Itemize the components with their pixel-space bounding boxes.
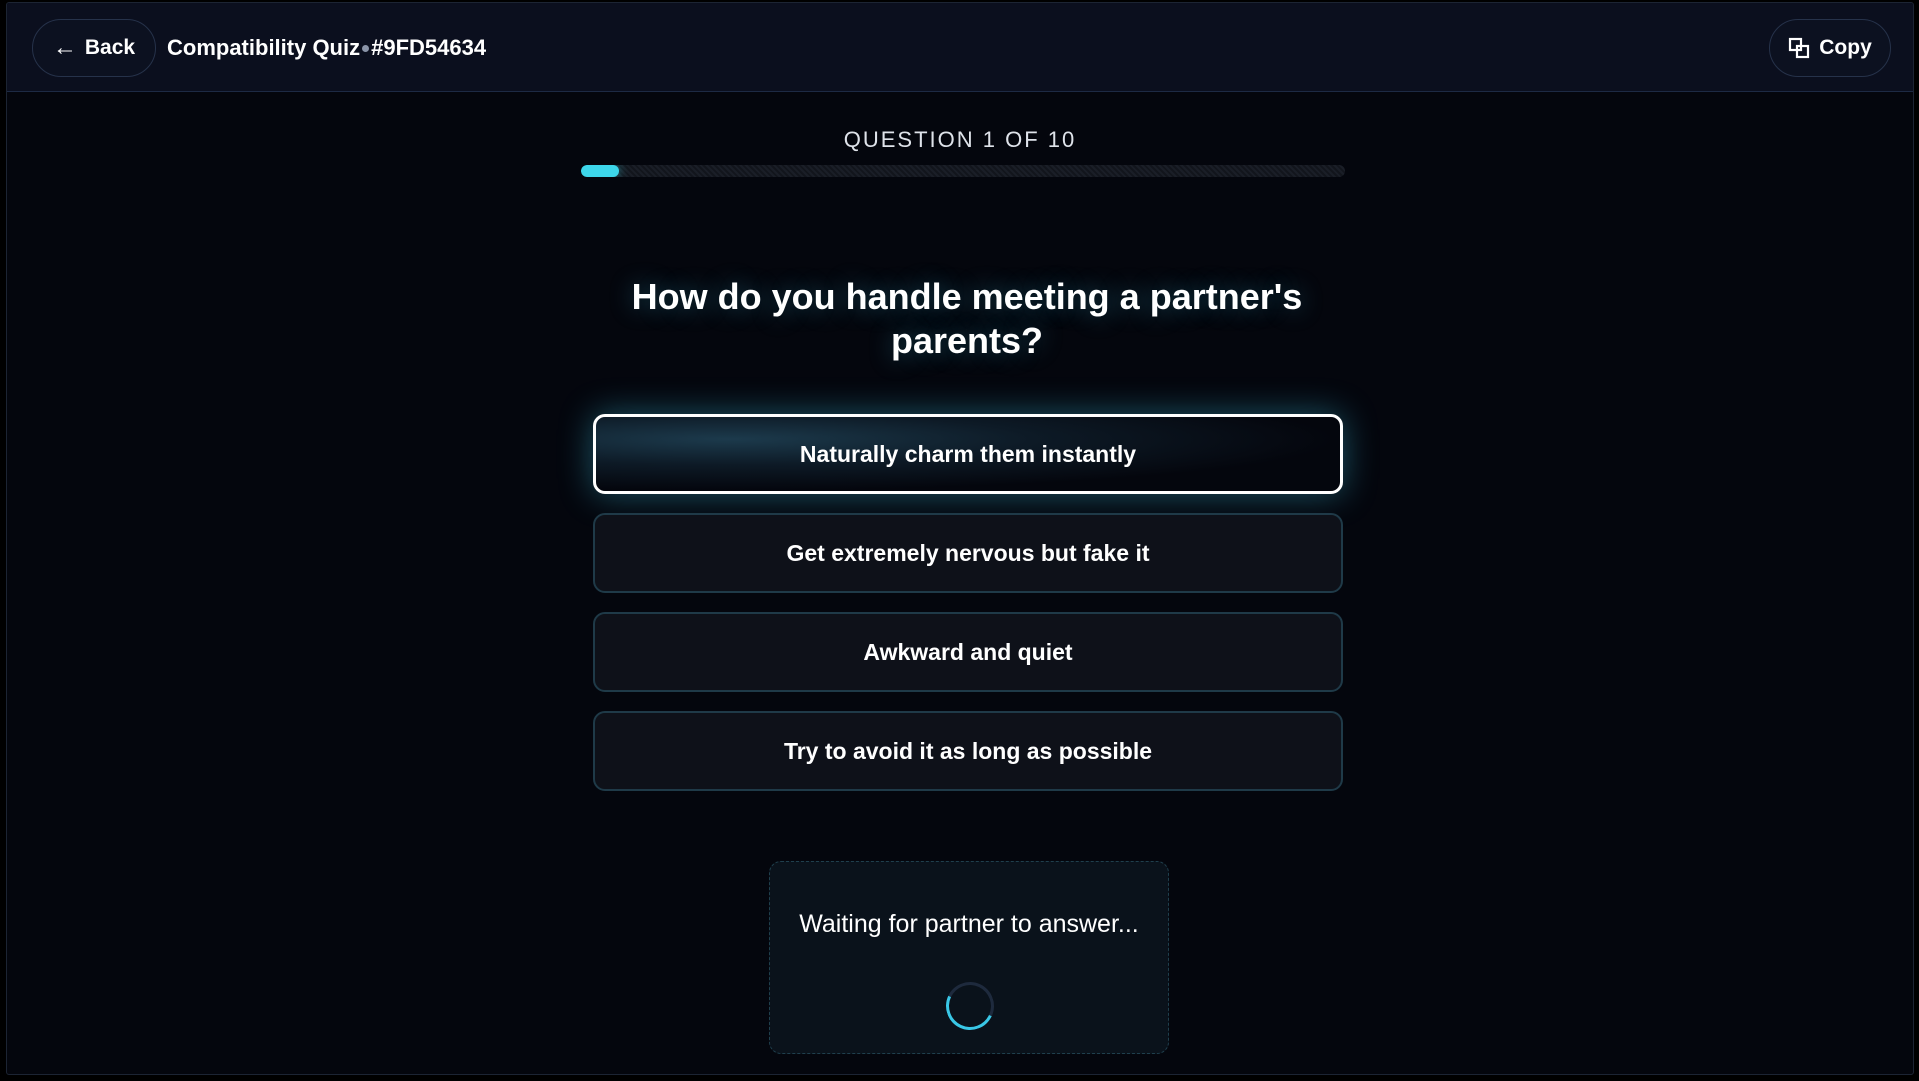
waiting-message: Waiting for partner to answer...: [799, 910, 1139, 938]
loading-spinner-icon: [939, 975, 1001, 1037]
answer-option-label: Awkward and quiet: [863, 638, 1073, 665]
page-title: Compatibility Quiz #9FD54634: [167, 3, 486, 92]
copy-label: Copy: [1819, 36, 1872, 59]
back-label: Back: [84, 36, 136, 59]
question-counter: QUESTION 1 OF 10: [843, 127, 1077, 152]
answer-option-4[interactable]: Try to avoid it as long as possible: [593, 711, 1343, 791]
waiting-card: Waiting for partner to answer...: [769, 861, 1169, 1054]
progress-bar: [581, 165, 1345, 177]
answer-option-label: Get extremely nervous but fake it: [786, 539, 1150, 566]
arrow-left-icon: ←: [52, 34, 77, 61]
separator-dot: [362, 45, 370, 52]
answer-option-1[interactable]: Naturally charm them instantly: [593, 414, 1343, 494]
answer-option-2[interactable]: Get extremely nervous but fake it: [593, 513, 1343, 593]
copy-button[interactable]: Copy: [1769, 19, 1891, 77]
copy-icon: [1789, 37, 1810, 59]
answer-option-label: Try to avoid it as long as possible: [783, 737, 1153, 764]
top-bar: ← Back Compatibility Quiz #9FD54634 Copy: [7, 3, 1913, 92]
app-window: ← Back Compatibility Quiz #9FD54634 Copy…: [6, 2, 1914, 1075]
quiz-code: #9FD54634: [371, 34, 487, 60]
quiz-name: Compatibility Quiz: [167, 34, 361, 60]
back-button[interactable]: ← Back: [32, 19, 156, 77]
progress-bar-fill: [581, 165, 620, 177]
answer-option-label: Naturally charm them instantly: [799, 440, 1137, 467]
answer-option-3[interactable]: Awkward and quiet: [593, 612, 1343, 692]
answer-options: Naturally charm them instantly Get extre…: [593, 414, 1343, 810]
question-text: How do you handle meeting a partner's pa…: [631, 276, 1303, 361]
